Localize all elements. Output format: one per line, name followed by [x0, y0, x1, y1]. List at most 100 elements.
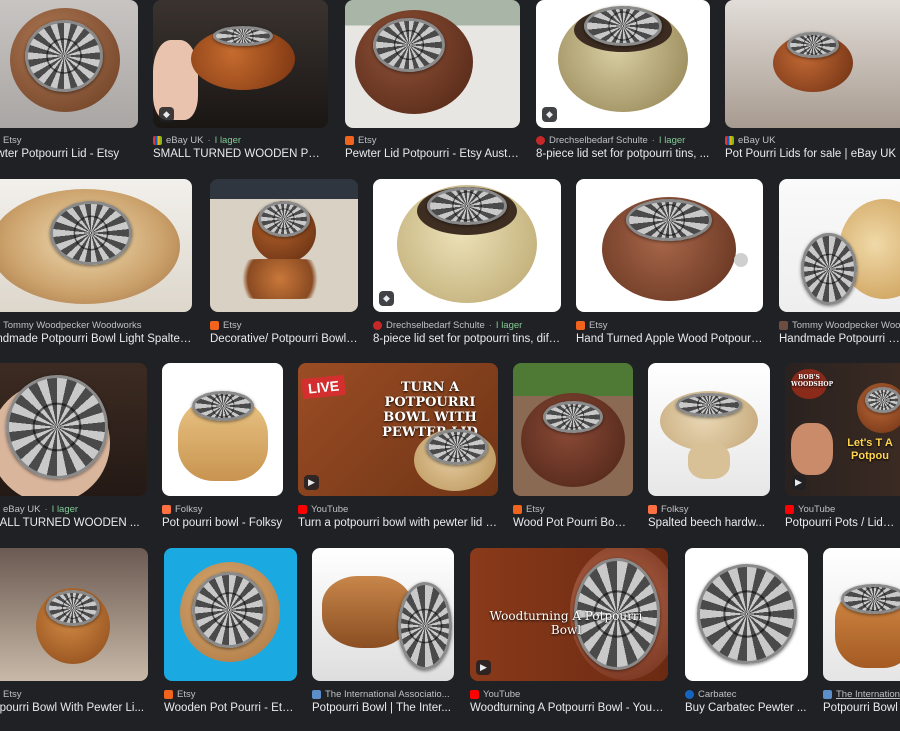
pewter-lid-image: [427, 187, 507, 225]
result-source: eBay UK: [166, 134, 204, 146]
result-thumbnail[interactable]: [0, 363, 147, 496]
result-title[interactable]: Woodturning A Potpourri Bowl - YouTube: [470, 702, 668, 718]
result-tile[interactable]: BOB'S WOODSHOP Let's T A Potpou ▶ YouTub…: [785, 363, 900, 531]
result-source: Carbatec: [698, 688, 737, 700]
play-icon: ▶: [476, 660, 491, 675]
ebay-icon: [153, 135, 162, 145]
result-tile[interactable]: LIVE TURN A POTPOURRI BOWL WITH PEWTER L…: [298, 363, 498, 531]
result-tile[interactable]: Etsy Wood Pot Pourri Bowl...: [513, 363, 633, 531]
result-tile[interactable]: eBay UK · I lager MALL TURNED WOODEN ...: [0, 363, 147, 531]
pewter-lid-image: [426, 429, 488, 465]
result-tile[interactable]: eBay UK Pot Pourri Lids for sale | eBay …: [725, 0, 900, 165]
result-tile[interactable]: Etsy Decorative/ Potpourri Bowl ...: [210, 179, 358, 349]
result-title[interactable]: Hand Turned Apple Wood Potpourri...: [576, 333, 763, 349]
result-thumbnail[interactable]: Woodturning A Potpourri Bowl ▶: [470, 548, 668, 681]
result-tile[interactable]: Carbatec Buy Carbatec Pewter ...: [685, 548, 808, 718]
result-thumbnail[interactable]: [823, 548, 900, 681]
drechselbedarf-icon: [536, 135, 545, 145]
youtube-icon: [298, 504, 307, 514]
result-thumbnail[interactable]: [312, 548, 454, 681]
result-source: Tommy Woodpecker Woodworks: [3, 319, 142, 331]
result-thumbnail[interactable]: [685, 548, 808, 681]
result-title[interactable]: Decorative/ Potpourri Bowl ...: [210, 333, 358, 349]
result-tile[interactable]: Tommy Woodpecker Woo Handmade Potpourri …: [779, 179, 900, 349]
result-source: Etsy: [3, 688, 22, 700]
result-title[interactable]: SMALL TURNED WOODEN POT...: [153, 148, 328, 164]
result-title[interactable]: Wood Pot Pourri Bowl...: [513, 517, 633, 533]
result-thumbnail[interactable]: [0, 179, 192, 312]
result-tile[interactable]: Etsy Wooden Pot Pourri - Ets...: [164, 548, 297, 718]
result-thumbnail[interactable]: [513, 363, 633, 496]
pewter-lid-image: [25, 20, 103, 92]
pewter-lid-image: [543, 401, 603, 433]
result-tile[interactable]: Folksy Pot pourri bowl - Folksy: [162, 363, 283, 531]
pewter-lid-image: [50, 201, 132, 265]
result-source: YouTube: [311, 503, 349, 515]
result-title[interactable]: Pewter Lid Potpourri - Etsy Austr...: [345, 148, 520, 164]
iaw-icon: [312, 689, 321, 699]
result-tile[interactable]: Folksy Spalted beech hardw...: [648, 363, 770, 531]
result-title[interactable]: Wooden Pot Pourri - Ets...: [164, 702, 297, 718]
result-thumbnail[interactable]: ◆: [536, 0, 710, 128]
result-tile[interactable]: ◆ eBay UK · I lager SMALL TURNED WOODEN PO…: [153, 0, 328, 165]
etsy-icon: [210, 320, 219, 330]
result-title[interactable]: Buy Carbatec Pewter ...: [685, 702, 808, 718]
result-title[interactable]: Potpourri Bowl | The Inter...: [312, 702, 454, 718]
pewter-lid-image: [584, 6, 662, 46]
in-stock-label: I lager: [214, 134, 242, 146]
result-tile[interactable]: Woodturning A Potpourri Bowl ▶ YouTube W…: [470, 548, 668, 718]
result-thumbnail[interactable]: [210, 179, 358, 312]
result-tile[interactable]: Tommy Woodpecker Woodworks andmade Potpo…: [0, 179, 192, 349]
etsy-icon: [513, 504, 522, 514]
result-title[interactable]: Handmade Potpourri Bow: [779, 333, 900, 349]
play-icon: ▶: [791, 475, 806, 490]
result-source: Etsy: [526, 503, 545, 515]
result-title[interactable]: Potpourri Pots / Lids Fro: [785, 517, 900, 533]
result-title[interactable]: otpourri Bowl With Pewter Li...: [0, 702, 148, 718]
result-thumbnail[interactable]: [779, 179, 900, 312]
result-title[interactable]: Potpourri Bowl: [823, 702, 900, 718]
result-title[interactable]: 8-piece lid set for potpourri tins, ...: [536, 148, 710, 164]
tommy-woodpecker-icon: [779, 320, 788, 330]
result-title[interactable]: ewter Potpourri Lid - Etsy: [0, 148, 138, 164]
pewter-lid-image: [676, 393, 742, 417]
result-thumbnail[interactable]: [0, 0, 138, 128]
result-thumbnail[interactable]: [345, 0, 520, 128]
result-thumbnail[interactable]: ◆: [153, 0, 328, 128]
result-thumbnail[interactable]: [162, 363, 283, 496]
pewter-lid-image: [192, 391, 254, 421]
result-title[interactable]: andmade Potpourri Bowl Light Spalted...: [0, 333, 192, 349]
result-thumbnail[interactable]: [164, 548, 297, 681]
result-thumbnail[interactable]: [576, 179, 763, 312]
tag-icon: ◆: [542, 107, 557, 122]
in-stock-label: I lager: [495, 319, 523, 331]
result-thumbnail[interactable]: [648, 363, 770, 496]
result-thumbnail[interactable]: ◆: [373, 179, 561, 312]
result-source: eBay UK: [738, 134, 776, 146]
result-title[interactable]: Spalted beech hardw...: [648, 517, 770, 533]
result-tile[interactable]: Etsy Hand Turned Apple Wood Potpourri...: [576, 179, 763, 349]
result-title[interactable]: Pot pourri bowl - Folksy: [162, 517, 283, 533]
result-source: The Internation: [836, 688, 900, 700]
play-icon: ▶: [304, 475, 319, 490]
result-thumbnail[interactable]: BOB'S WOODSHOP Let's T A Potpou ▶: [785, 363, 900, 496]
result-source: Tommy Woodpecker Woo: [792, 319, 900, 331]
youtube-icon: [785, 504, 794, 514]
result-tile[interactable]: Etsy Pewter Lid Potpourri - Etsy Austr..…: [345, 0, 520, 165]
result-thumbnail[interactable]: [725, 0, 900, 128]
result-thumbnail[interactable]: LIVE TURN A POTPOURRI BOWL WITH PEWTER L…: [298, 363, 498, 496]
iaw-icon: [823, 689, 832, 699]
result-tile[interactable]: The Internation Potpourri Bowl: [823, 548, 900, 718]
result-tile[interactable]: The International Associatio... Potpourr…: [312, 548, 454, 718]
result-tile[interactable]: Etsy otpourri Bowl With Pewter Li...: [0, 548, 148, 718]
result-thumbnail[interactable]: [0, 548, 148, 681]
result-tile[interactable]: ◆ Drechselbedarf Schulte · I lager 8-piece…: [373, 179, 561, 349]
result-title[interactable]: Pot Pourri Lids for sale | eBay UK: [725, 148, 900, 164]
ebay-icon: [725, 135, 734, 145]
result-title[interactable]: MALL TURNED WOODEN ...: [0, 517, 147, 533]
result-title[interactable]: Turn a potpourri bowl with pewter lid - …: [298, 517, 498, 533]
in-stock-label: I lager: [51, 503, 79, 515]
result-title[interactable]: 8-piece lid set for potpourri tins, diff…: [373, 333, 561, 349]
result-tile[interactable]: Etsy ewter Potpourri Lid - Etsy: [0, 0, 138, 165]
result-tile[interactable]: ◆ Drechselbedarf Schulte · I lager 8-piece…: [536, 0, 710, 165]
